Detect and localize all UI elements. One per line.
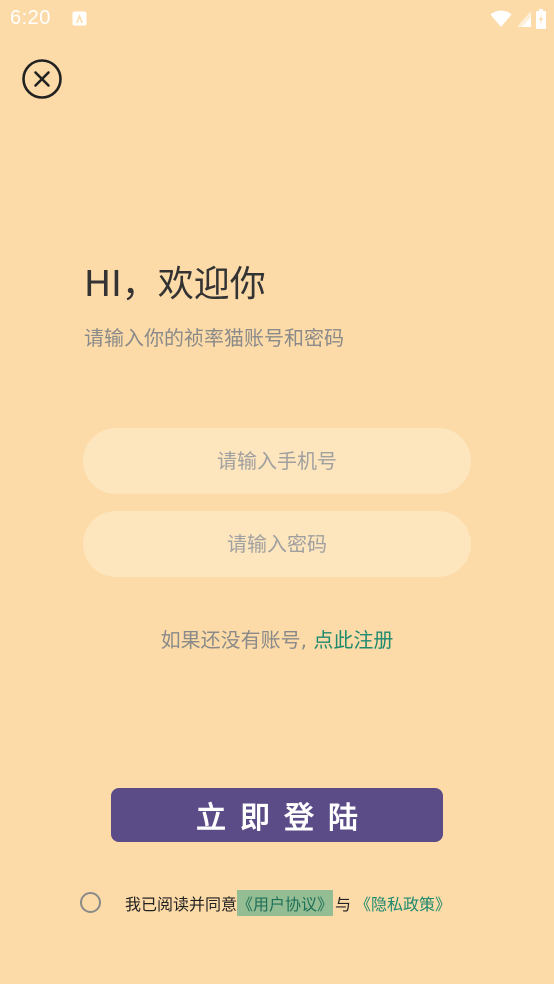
agreement-checkbox[interactable] — [80, 892, 101, 913]
agreement-prefix: 我已阅读并同意 — [125, 895, 238, 914]
page-subtitle: 请输入你的祯率猫账号和密码 — [84, 326, 344, 350]
wifi-icon — [490, 10, 512, 27]
status-icons — [490, 8, 546, 30]
user-agreement-link[interactable]: 《用户协议》 — [237, 890, 334, 916]
status-bar: 6:20 — [0, 0, 554, 38]
privacy-policy-link[interactable]: 《隐私政策》 — [355, 891, 451, 915]
register-link[interactable]: 点此注册 — [307, 628, 393, 652]
app-notification-icon — [72, 11, 87, 26]
battery-icon — [536, 9, 546, 29]
close-button[interactable] — [21, 58, 63, 100]
password-input[interactable] — [83, 511, 471, 577]
page-title: HI，欢迎你 — [84, 264, 266, 305]
close-circle-icon — [22, 59, 62, 99]
phone-input[interactable] — [83, 428, 471, 494]
register-prompt: 如果还没有账号, 点此注册 — [0, 624, 554, 653]
register-prompt-text: 如果还没有账号, — [160, 628, 307, 652]
signal-icon — [517, 11, 531, 27]
agreement-row: 我已阅读并同意 《用户协议》 与 《隐私政策》 — [125, 890, 451, 916]
login-screen: 6:20 HI，欢迎你 请输入你的祯率猫账号和密码 请输入手机号 如果还没有账号… — [0, 0, 554, 984]
status-time: 6:20 — [10, 7, 51, 29]
login-button[interactable]: 立即登陆 — [111, 788, 443, 842]
agreement-separator: 与 — [335, 895, 352, 914]
